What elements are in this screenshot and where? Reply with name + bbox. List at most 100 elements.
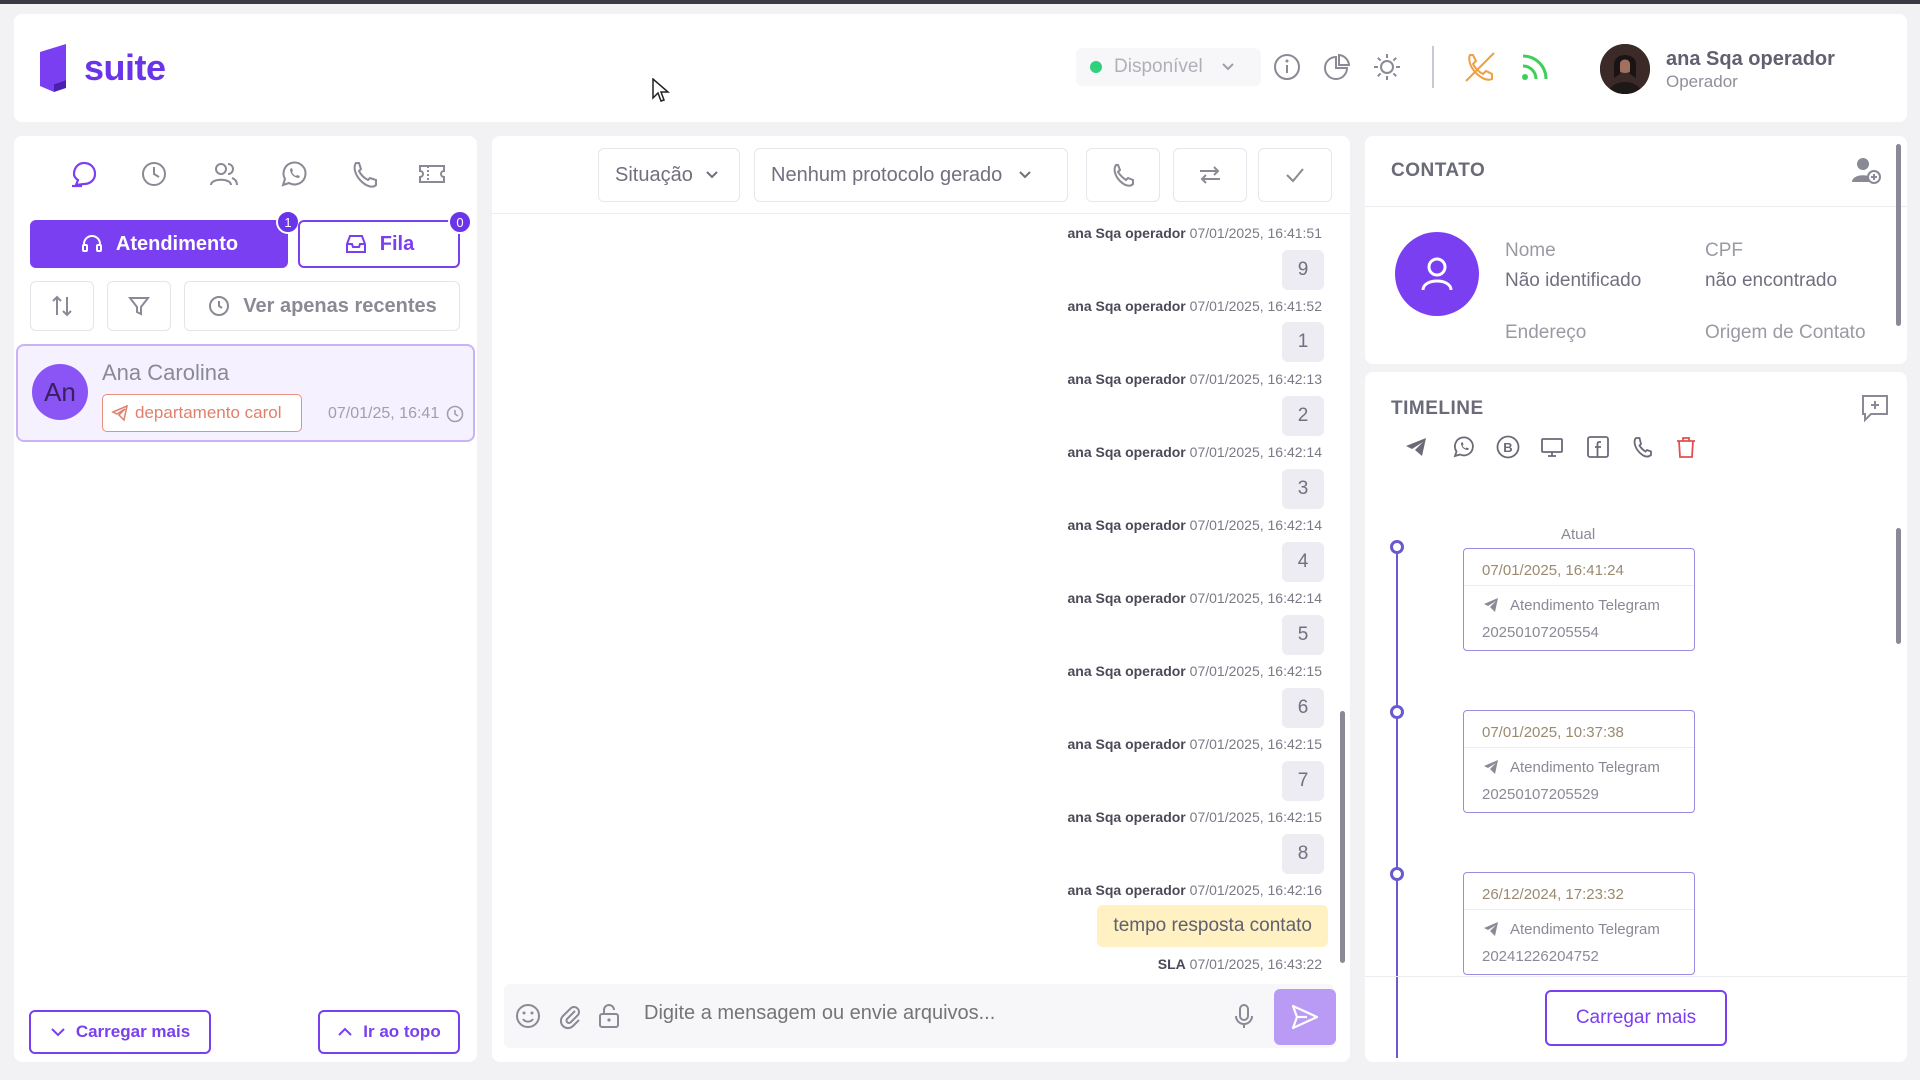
recent-only-button[interactable]: Ver apenas recentes	[184, 281, 460, 331]
pie-chart-icon[interactable]	[1322, 52, 1352, 82]
app-logo[interactable]: suite	[36, 42, 166, 94]
fila-count-badge: 0	[448, 210, 472, 234]
add-note-icon[interactable]	[1859, 392, 1891, 424]
telegram-icon	[111, 404, 129, 422]
cpf-label: CPF	[1705, 240, 1743, 261]
monitor-icon[interactable]	[1539, 434, 1565, 460]
chevron-down-icon	[706, 171, 718, 179]
protocolo-select[interactable]: Nenhum protocolo gerado	[754, 148, 1068, 202]
message-meta: ana Sqa operador 07/01/2025, 16:42:16	[1067, 882, 1323, 898]
unlock-icon[interactable]	[596, 1002, 622, 1030]
message-meta: ana Sqa operador 07/01/2025, 16:42:15	[1067, 663, 1323, 679]
timeline-card[interactable]: 07/01/2025, 16:41:24 Atendimento Telegra…	[1463, 548, 1695, 651]
message-bubble: 5	[1282, 615, 1324, 655]
message-bubble: 4	[1282, 542, 1324, 582]
channel-nav	[46, 154, 446, 194]
message-bubble: 7	[1282, 761, 1324, 801]
chat-active-icon[interactable]	[68, 158, 100, 190]
chat-toolbar: Situação Nenhum protocolo gerado	[492, 136, 1350, 214]
finish-button[interactable]	[1258, 148, 1332, 202]
nome-value: Não identificado	[1505, 270, 1642, 291]
trash-icon[interactable]	[1673, 434, 1699, 460]
telegram-icon[interactable]	[1403, 434, 1429, 460]
contact-avatar	[1395, 232, 1479, 316]
message-bubble: 6	[1282, 688, 1324, 728]
phone-off-icon[interactable]	[1462, 49, 1498, 85]
brand-b-icon[interactable]: B	[1495, 434, 1521, 460]
microphone-icon[interactable]	[1232, 1002, 1256, 1030]
conversation-time: 07/01/25, 16:41	[328, 404, 465, 424]
call-button[interactable]	[1086, 148, 1160, 202]
timeline-current-label: Atual	[1561, 526, 1596, 543]
situacao-select[interactable]: Situação	[598, 148, 740, 202]
tab-atendimento[interactable]: Atendimento	[30, 220, 288, 268]
availability-select[interactable]: Disponível	[1076, 48, 1261, 86]
message-meta: ana Sqa operador 07/01/2025, 16:42:14	[1067, 517, 1323, 533]
send-button[interactable]	[1274, 989, 1336, 1045]
department-tag-label: departamento carol	[135, 403, 282, 422]
message-bubble: 8	[1282, 834, 1324, 874]
conversation-item[interactable]: An Ana Carolina departamento carol 07/01…	[16, 344, 475, 442]
timeline-card[interactable]: 26/12/2024, 17:23:32 Atendimento Telegra…	[1463, 872, 1695, 975]
timeline-card[interactable]: 07/01/2025, 10:37:38 Atendimento Telegra…	[1463, 710, 1695, 813]
contacts-icon[interactable]	[208, 158, 240, 190]
contact-title: CONTATO	[1391, 160, 1486, 181]
timeline-load-more-button[interactable]: Carregar mais	[1545, 990, 1727, 1046]
message-list[interactable]: ana Sqa operador 07/01/2025, 16:41:51 9 …	[492, 216, 1350, 976]
message-scrollbar[interactable]	[1340, 711, 1345, 963]
sla-message-bubble: tempo resposta contato	[1097, 905, 1328, 947]
timeline-card-divider	[1464, 909, 1694, 910]
whatsapp-icon[interactable]	[1451, 434, 1477, 460]
chevron-down-icon	[1222, 63, 1234, 71]
message-bubble: 1	[1282, 322, 1324, 362]
origem-contato-label: Origem de Contato	[1705, 322, 1866, 343]
signal-icon[interactable]	[1518, 50, 1552, 84]
clock-history-icon[interactable]	[138, 158, 170, 190]
load-more-conversations-button[interactable]: Carregar mais	[29, 1010, 211, 1054]
go-top-button[interactable]: Ir ao topo	[318, 1010, 460, 1054]
header-divider	[1432, 46, 1434, 88]
tab-fila[interactable]: Fila	[298, 220, 460, 268]
phone-icon[interactable]	[348, 158, 380, 190]
availability-value: Disponível	[1114, 56, 1203, 77]
inbox-icon	[345, 235, 366, 253]
timeline-date: 07/01/2025, 10:37:38	[1482, 724, 1624, 741]
timeline-type-label: Atendimento Telegram	[1510, 920, 1660, 938]
add-contact-icon[interactable]	[1849, 154, 1881, 186]
attachment-icon[interactable]	[556, 1002, 584, 1030]
ticket-icon[interactable]	[416, 158, 448, 190]
phone-icon[interactable]	[1629, 434, 1655, 460]
timeline-protocol: 20241226204752	[1482, 948, 1599, 965]
nome-label: Nome	[1505, 240, 1556, 261]
contact-scrollbar[interactable]	[1896, 144, 1901, 326]
cpf-value: não encontrado	[1705, 270, 1838, 291]
filter-button[interactable]	[107, 281, 171, 331]
sla-meta: SLA 07/01/2025, 16:43:22	[1157, 956, 1322, 972]
telegram-icon	[1484, 598, 1498, 612]
phone-icon	[1113, 164, 1134, 187]
timeline-date: 07/01/2025, 16:41:24	[1482, 562, 1624, 579]
conversation-time-value: 07/01/25, 16:41	[328, 405, 440, 422]
tab-atendimento-label: Atendimento	[115, 232, 239, 255]
mouse-cursor-icon	[652, 78, 670, 102]
emoji-icon[interactable]	[514, 1002, 542, 1030]
sort-button[interactable]	[30, 281, 94, 331]
timeline-scrollbar[interactable]	[1896, 528, 1901, 644]
atendimento-count-badge: 1	[276, 210, 300, 234]
transfer-button[interactable]	[1173, 148, 1247, 202]
sun-theme-icon[interactable]	[1372, 52, 1402, 82]
message-input[interactable]	[644, 1002, 1224, 1025]
app-header: suite Disponível ana Sqa operador Operad…	[14, 14, 1907, 122]
whatsapp-icon[interactable]	[278, 158, 310, 190]
user-avatar[interactable]	[1600, 44, 1650, 94]
facebook-icon[interactable]	[1585, 434, 1611, 460]
headset-icon	[81, 235, 102, 252]
conversation-name: Ana Carolina	[102, 360, 230, 385]
timeline-dot	[1390, 540, 1404, 554]
clock-icon	[446, 405, 464, 423]
timeline-card-divider	[1464, 585, 1694, 586]
user-name[interactable]: ana Sqa operador	[1666, 48, 1835, 71]
timeline-dot	[1390, 867, 1404, 881]
info-icon[interactable]	[1272, 52, 1302, 82]
situacao-label: Situação	[615, 163, 693, 186]
